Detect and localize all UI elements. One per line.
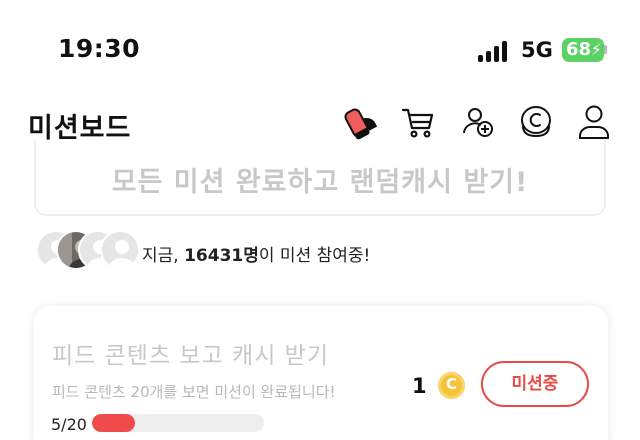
- profile-icon[interactable]: [574, 100, 614, 144]
- add-friend-icon[interactable]: [458, 100, 498, 144]
- participants-row: 지금, 16431명이 미션 참여중!: [30, 228, 450, 272]
- cash-coin-icon[interactable]: [516, 100, 556, 144]
- signal-bars-icon: [478, 40, 512, 62]
- status-bar: 19:30 5G 68 ⚡: [0, 0, 640, 100]
- mission-card[interactable]: 피드 콘텐츠 보고 캐시 받기 피드 콘텐츠 20개를 보면 미션이 완료됩니다…: [34, 306, 608, 440]
- cash-coin-icon: C: [438, 372, 465, 399]
- progress-fill: [92, 414, 135, 432]
- progress-label: 5/20: [51, 415, 87, 434]
- coin-mark: C: [445, 375, 457, 393]
- participant-suffix: 이 미션 참여중!: [258, 246, 371, 266]
- shoe-icon[interactable]: [340, 100, 380, 144]
- cart-icon[interactable]: [398, 100, 438, 144]
- banner-text: 모든 미션 완료하고 랜덤캐시 받기!: [111, 167, 529, 198]
- network-type: 5G: [521, 38, 553, 62]
- progress-bar: [92, 414, 264, 432]
- participant-count: 16431명: [184, 246, 259, 266]
- mission-status-button[interactable]: 미션중: [481, 361, 589, 407]
- status-time: 19:30: [58, 34, 141, 63]
- charging-bolt-icon: ⚡: [590, 40, 602, 59]
- battery-level: 68: [566, 39, 592, 60]
- participant-count-text: 지금, 16431명이 미션 참여중!: [142, 241, 370, 266]
- avatar: [100, 230, 140, 270]
- participant-prefix: 지금,: [142, 246, 185, 266]
- mission-description: 피드 콘텐츠 20개를 보면 미션이 완료됩니다!: [52, 383, 336, 401]
- complete-all-banner[interactable]: 모든 미션 완료하고 랜덤캐시 받기!: [34, 140, 606, 216]
- mission-title: 피드 콘텐츠 보고 캐시 받기: [52, 343, 330, 369]
- battery-cap: [604, 45, 607, 54]
- reward-amount: 1: [412, 374, 427, 398]
- battery-icon: 68 ⚡: [562, 38, 604, 62]
